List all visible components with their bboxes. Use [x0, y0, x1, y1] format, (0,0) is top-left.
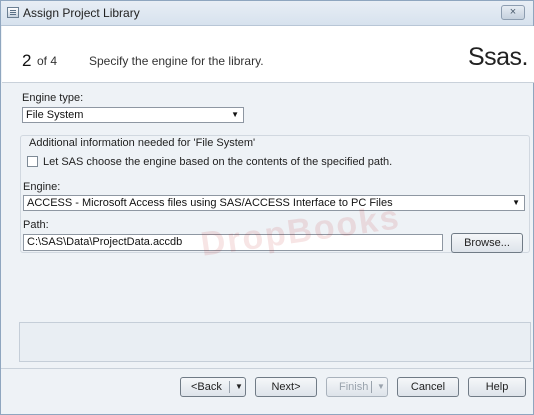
group-label: Additional information needed for 'File … — [29, 137, 256, 149]
close-button[interactable]: × — [501, 5, 525, 20]
step-description: Specify the engine for the library. — [89, 54, 264, 68]
engine-type-value: File System — [26, 109, 84, 121]
next-button[interactable]: Next> — [255, 377, 317, 397]
auto-engine-checkbox[interactable] — [27, 156, 38, 167]
split-separator — [229, 381, 230, 393]
finish-button[interactable]: Finish ▼ — [326, 377, 388, 397]
chevron-down-icon: ▼ — [231, 110, 239, 119]
app-icon — [7, 7, 19, 18]
engine-type-label: Engine type: — [22, 92, 84, 104]
split-separator — [371, 381, 372, 393]
browse-button[interactable]: Browse... — [451, 233, 523, 253]
chevron-down-icon: ▼ — [512, 198, 520, 207]
messages-panel — [19, 322, 531, 362]
help-button[interactable]: Help — [468, 377, 526, 397]
sas-logo: Ssas. — [467, 43, 529, 71]
chevron-down-icon[interactable]: ▼ — [377, 378, 385, 396]
footer-divider — [1, 368, 533, 369]
finish-label: Finish — [339, 381, 369, 393]
auto-engine-label: Let SAS choose the engine based on the c… — [43, 156, 393, 168]
cancel-button[interactable]: Cancel — [397, 377, 459, 397]
window-title: Assign Project Library — [23, 6, 140, 20]
title-bar: Assign Project Library × — [1, 1, 533, 26]
engine-select[interactable]: ACCESS - Microsoft Access files using SA… — [23, 195, 525, 211]
wizard-header: 2 of 4 Specify the engine for the librar… — [2, 26, 534, 83]
engine-label: Engine: — [23, 181, 61, 193]
engine-type-select[interactable]: File System ▼ — [22, 107, 244, 123]
step-number: 2 — [22, 51, 32, 70]
chevron-down-icon[interactable]: ▼ — [235, 378, 243, 396]
back-button[interactable]: <Back ▼ — [180, 377, 246, 397]
step-total: of 4 — [37, 54, 58, 68]
back-label: <Back — [191, 381, 222, 393]
path-label: Path: — [23, 219, 49, 231]
